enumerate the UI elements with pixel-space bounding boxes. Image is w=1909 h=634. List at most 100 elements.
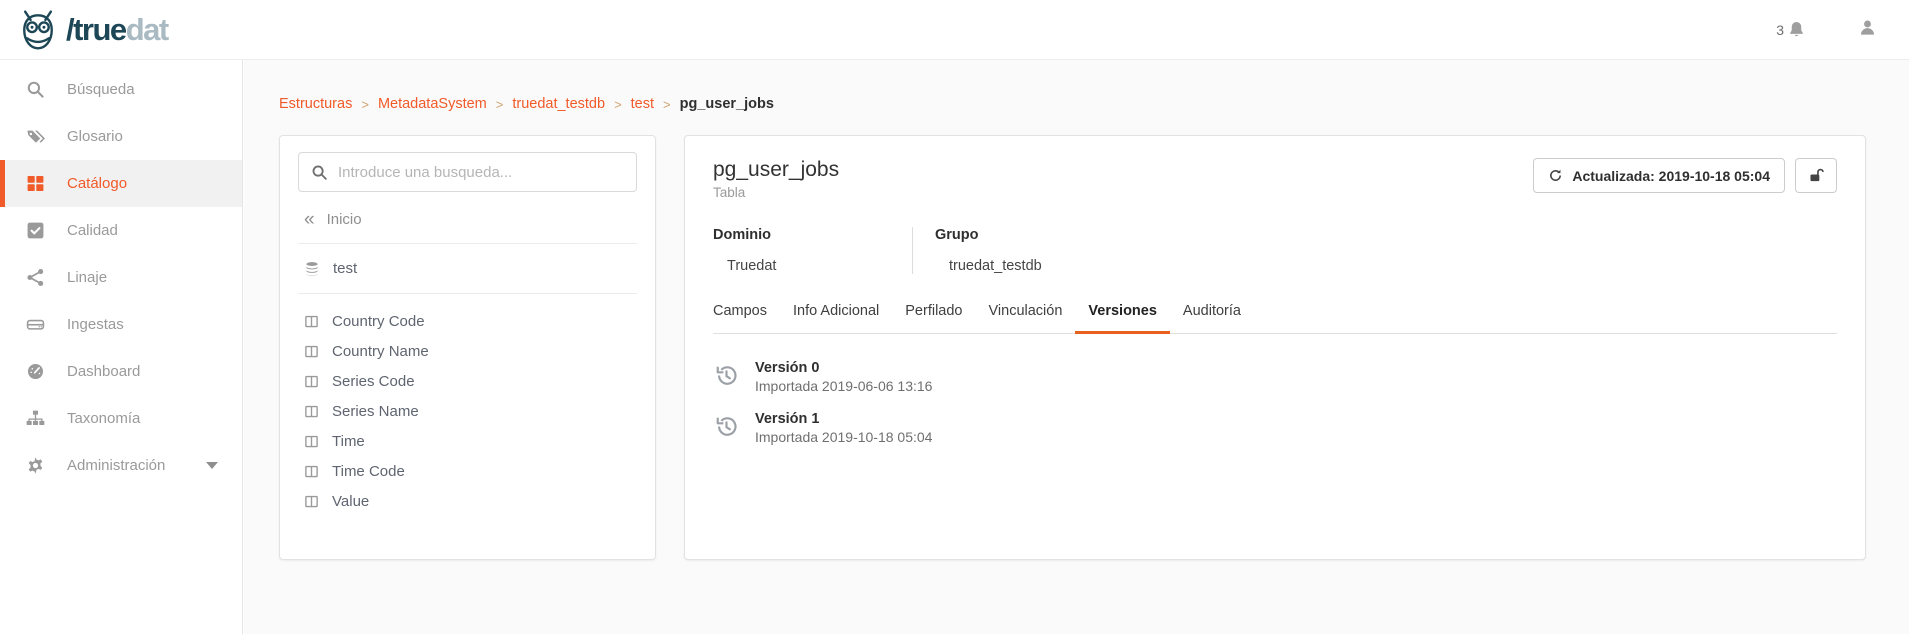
column-label: Country Code bbox=[332, 313, 425, 330]
meta-label: Dominio bbox=[713, 227, 892, 243]
structure-type-label: Tabla bbox=[713, 185, 839, 200]
structure-search-box bbox=[298, 152, 637, 192]
sidebar-item-label: Taxonomía bbox=[67, 410, 140, 427]
back-to-home-label: Inicio bbox=[327, 211, 362, 228]
column-label: Time Code bbox=[332, 463, 405, 480]
column-item[interactable]: Time Code bbox=[298, 456, 637, 486]
sidebar-item-label: Búsqueda bbox=[67, 81, 135, 98]
detail-actions: Actualizada: 2019-10-18 05:04 bbox=[1533, 158, 1837, 193]
column-item[interactable]: Value bbox=[298, 486, 637, 516]
columns-list: Country Code Country Name Series Code Se… bbox=[298, 294, 637, 516]
column-item[interactable]: Country Code bbox=[298, 306, 637, 336]
user-icon bbox=[1858, 18, 1877, 37]
breadcrumb-separator: > bbox=[614, 97, 622, 112]
updated-label: Actualizada: 2019-10-18 05:04 bbox=[1572, 168, 1770, 184]
breadcrumb-link-schema[interactable]: test bbox=[631, 96, 654, 112]
chevron-down-icon bbox=[206, 462, 218, 469]
gear-icon bbox=[26, 456, 45, 475]
page-title: pg_user_jobs bbox=[713, 158, 839, 182]
lock-toggle-button[interactable] bbox=[1795, 158, 1837, 193]
metadata-section: Dominio Truedat Grupo truedat_testdb bbox=[713, 227, 1837, 274]
column-label: Series Name bbox=[332, 403, 419, 420]
columns-icon bbox=[304, 374, 319, 389]
notifications-count-badge: 3 bbox=[1776, 22, 1784, 38]
sidebar-item-busqueda[interactable]: Búsqueda bbox=[0, 66, 242, 113]
sidebar-item-administracion[interactable]: Administración bbox=[0, 442, 242, 489]
column-label: Value bbox=[332, 493, 369, 510]
truedat-logo[interactable]: /truedat bbox=[16, 8, 168, 52]
column-label: Time bbox=[332, 433, 365, 450]
sidebar-item-label: Linaje bbox=[67, 269, 107, 286]
version-text: Versión 1 Importada 2019-10-18 05:04 bbox=[755, 411, 932, 445]
tab-campos[interactable]: Campos bbox=[713, 303, 780, 334]
version-name: Versión 0 bbox=[755, 360, 932, 376]
tags-icon bbox=[26, 127, 45, 146]
version-row[interactable]: Versión 0 Importada 2019-06-06 13:16 bbox=[713, 360, 1837, 394]
logo-wordmark: /truedat bbox=[66, 14, 168, 45]
back-to-home-link[interactable]: « Inicio bbox=[298, 192, 637, 244]
sidebar-item-label: Catálogo bbox=[67, 175, 127, 192]
columns-icon bbox=[304, 344, 319, 359]
tab-versiones[interactable]: Versiones bbox=[1075, 303, 1170, 334]
breadcrumb-link-system[interactable]: MetadataSystem bbox=[378, 96, 487, 112]
sidebar-item-taxonomia[interactable]: Taxonomía bbox=[0, 395, 242, 442]
structure-explorer-panel: « Inicio test Country Code bbox=[279, 135, 656, 560]
column-item[interactable]: Country Name bbox=[298, 336, 637, 366]
meta-value: truedat_testdb bbox=[935, 258, 1042, 274]
content-cards: « Inicio test Country Code bbox=[279, 135, 1866, 560]
bell-icon bbox=[1787, 20, 1806, 39]
history-icon bbox=[713, 362, 740, 389]
owl-logo-icon bbox=[16, 8, 60, 52]
sidebar-item-label: Calidad bbox=[67, 222, 118, 239]
meta-label: Grupo bbox=[935, 227, 1042, 243]
structure-detail-panel: pg_user_jobs Tabla Actualizada: 2019-10-… bbox=[684, 135, 1866, 560]
version-detail: Importada 2019-06-06 13:16 bbox=[755, 378, 932, 394]
main-content: Estructuras > MetadataSystem > truedat_t… bbox=[244, 60, 1909, 634]
version-detail: Importada 2019-10-18 05:04 bbox=[755, 429, 932, 445]
tab-info-adicional[interactable]: Info Adicional bbox=[780, 303, 892, 334]
versions-list: Versión 0 Importada 2019-06-06 13:16 Ver… bbox=[713, 360, 1837, 445]
version-row[interactable]: Versión 1 Importada 2019-10-18 05:04 bbox=[713, 411, 1837, 445]
sidebar-item-catalogo[interactable]: Catálogo bbox=[0, 160, 242, 207]
sidebar-item-label: Glosario bbox=[67, 128, 123, 145]
column-item[interactable]: Time bbox=[298, 426, 637, 456]
tree-parent-schema[interactable]: test bbox=[298, 244, 637, 294]
column-item[interactable]: Series Name bbox=[298, 396, 637, 426]
double-chevron-left-icon: « bbox=[304, 214, 315, 226]
sidebar-item-calidad[interactable]: Calidad bbox=[0, 207, 242, 254]
detail-title-block: pg_user_jobs Tabla bbox=[713, 158, 839, 200]
breadcrumb-link-estructuras[interactable]: Estructuras bbox=[279, 96, 352, 112]
search-icon bbox=[26, 80, 45, 99]
search-input[interactable] bbox=[338, 164, 624, 181]
tab-vinculacion[interactable]: Vinculación bbox=[976, 303, 1076, 334]
breadcrumb-link-db[interactable]: truedat_testdb bbox=[512, 96, 605, 112]
share-icon bbox=[26, 268, 45, 287]
search-icon bbox=[311, 164, 328, 181]
sidebar-item-label: Ingestas bbox=[67, 316, 124, 333]
refresh-icon bbox=[1548, 168, 1563, 183]
updated-refresh-button[interactable]: Actualizada: 2019-10-18 05:04 bbox=[1533, 158, 1785, 193]
tab-auditoria[interactable]: Auditoría bbox=[1170, 303, 1254, 334]
breadcrumb-separator: > bbox=[361, 97, 369, 112]
sidebar: Búsqueda Glosario Catálogo Calidad Linaj… bbox=[0, 60, 243, 634]
notifications-button[interactable]: 3 bbox=[1776, 20, 1806, 39]
breadcrumb-separator: > bbox=[496, 97, 504, 112]
columns-icon bbox=[304, 434, 319, 449]
user-menu-button[interactable] bbox=[1858, 18, 1877, 42]
breadcrumb: Estructuras > MetadataSystem > truedat_t… bbox=[279, 96, 1909, 112]
column-label: Series Code bbox=[332, 373, 415, 390]
detail-header: pg_user_jobs Tabla Actualizada: 2019-10-… bbox=[713, 158, 1837, 200]
sidebar-item-linaje[interactable]: Linaje bbox=[0, 254, 242, 301]
columns-icon bbox=[304, 464, 319, 479]
meta-dominio: Dominio Truedat bbox=[713, 227, 913, 274]
version-text: Versión 0 Importada 2019-06-06 13:16 bbox=[755, 360, 932, 394]
sidebar-item-ingestas[interactable]: Ingestas bbox=[0, 301, 242, 348]
sidebar-item-dashboard[interactable]: Dashboard bbox=[0, 348, 242, 395]
history-icon bbox=[713, 413, 740, 440]
columns-icon bbox=[304, 404, 319, 419]
tab-perfilado[interactable]: Perfilado bbox=[892, 303, 975, 334]
breadcrumb-separator: > bbox=[663, 97, 671, 112]
column-item[interactable]: Series Code bbox=[298, 366, 637, 396]
sidebar-item-glosario[interactable]: Glosario bbox=[0, 113, 242, 160]
header-actions: 3 bbox=[1776, 18, 1887, 42]
